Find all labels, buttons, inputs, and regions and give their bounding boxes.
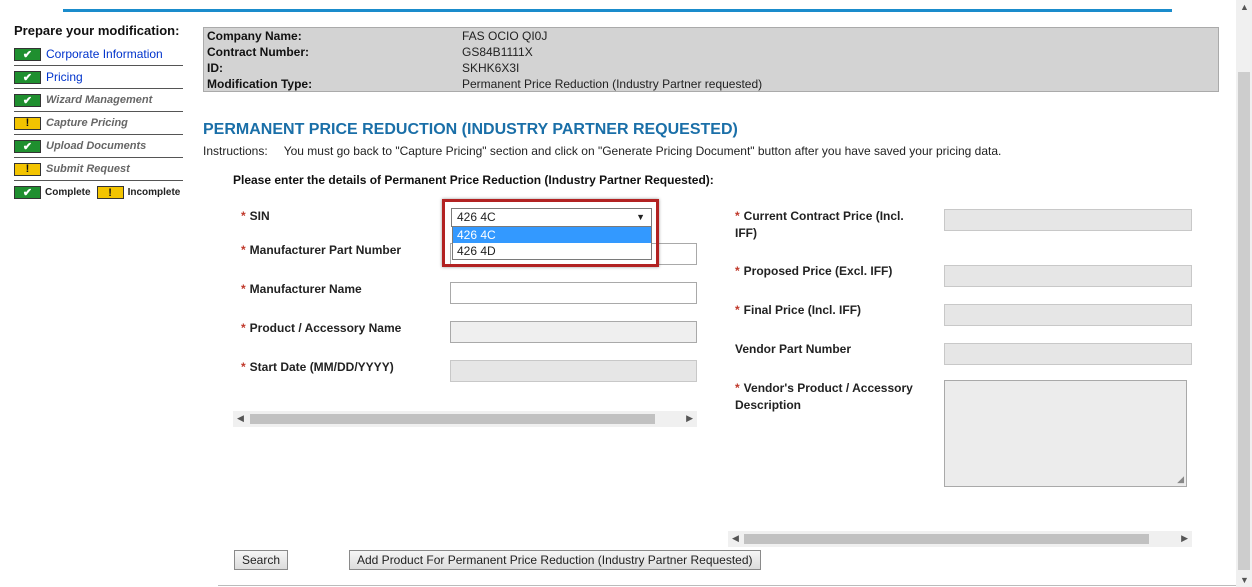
legend-incomplete-label: Incomplete — [127, 187, 181, 198]
start-date-label-text: Start Date (MM/DD/YYYY) — [249, 360, 394, 374]
proposed-price-label: * Proposed Price (Excl. IFF) — [735, 263, 892, 280]
instructions-text: You must go back to "Capture Pricing" se… — [283, 144, 1002, 158]
sidebar-item-label: Capture Pricing — [46, 117, 128, 129]
company-name-label: Company Name: — [207, 29, 302, 43]
vendor-desc-label-text: Vendor's Product / Accessory Description — [735, 381, 913, 412]
scroll-right-arrow-icon[interactable]: ▶ — [1181, 533, 1188, 544]
final-price-label: * Final Price (Incl. IFF) — [735, 302, 861, 319]
form-subheading: Please enter the details of Permanent Pr… — [233, 173, 714, 187]
manufacturer-name-input[interactable] — [450, 282, 697, 304]
sidebar-title: Prepare your modification: — [14, 23, 180, 38]
id-value: SKHK6X3I — [462, 61, 520, 75]
search-button[interactable]: Search — [234, 550, 289, 570]
checkmark-icon: ✔ — [14, 139, 41, 153]
legend-complete-label: Complete — [45, 187, 91, 198]
sidebar-item-submit-request: ! Submit Request — [14, 158, 183, 181]
required-marker: * — [241, 243, 246, 257]
required-marker: * — [241, 209, 246, 223]
resize-grip-icon[interactable]: ◢ — [1177, 474, 1184, 485]
company-name-value: FAS OCIO QI0J — [462, 29, 548, 43]
vendor-pn-label-text: Vendor Part Number — [735, 342, 852, 356]
sidebar-item-label[interactable]: Pricing — [46, 70, 83, 84]
required-marker: * — [241, 360, 246, 374]
checkmark-icon: ✔ — [14, 186, 41, 199]
page-title: PERMANENT PRICE REDUCTION (INDUSTRY PART… — [203, 121, 738, 138]
current-price-label-text: Current Contract Price (Incl. IFF) — [735, 209, 904, 240]
status-legend: ✔ Complete ! Incomplete — [14, 186, 180, 199]
scroll-down-arrow-icon[interactable]: ▼ — [1240, 575, 1249, 585]
checkmark-icon: ✔ — [14, 47, 41, 61]
start-date-input[interactable] — [450, 360, 697, 382]
current-contract-price-label: * Current Contract Price (Incl. IFF) — [735, 208, 925, 242]
sidebar-item-capture-pricing: ! Capture Pricing — [14, 112, 183, 135]
scroll-right-arrow-icon[interactable]: ▶ — [686, 413, 693, 424]
contract-info-panel: Company Name: FAS OCIO QI0J Contract Num… — [203, 27, 1219, 92]
scroll-left-arrow-icon[interactable]: ◀ — [732, 533, 739, 544]
add-product-button[interactable]: Add Product For Permanent Price Reductio… — [349, 550, 761, 570]
sin-dropdown-list: 426 4C 426 4D — [452, 226, 652, 260]
product-name-label-text: Product / Accessory Name — [249, 321, 402, 335]
vendor-description-label: * Vendor's Product / Accessory Descriptio… — [735, 380, 925, 414]
modification-type-label: Modification Type: — [207, 77, 313, 91]
sin-select-value: 426 4C — [457, 210, 496, 224]
scroll-left-arrow-icon[interactable]: ◀ — [237, 413, 244, 424]
manufacturer-name-label: * Manufacturer Name — [241, 281, 362, 298]
modification-type-value: Permanent Price Reduction (Industry Part… — [462, 77, 763, 91]
required-marker: * — [735, 381, 740, 395]
vendor-part-number-input[interactable] — [944, 343, 1192, 365]
scrollbar-thumb[interactable] — [250, 414, 655, 424]
sin-select[interactable]: 426 4C ▼ — [451, 208, 652, 227]
sin-label: * SIN — [241, 208, 270, 225]
sin-option[interactable]: 426 4D — [453, 243, 651, 259]
sin-option[interactable]: 426 4C — [453, 227, 651, 243]
scroll-up-arrow-icon[interactable]: ▲ — [1240, 2, 1249, 12]
sidebar-item-upload-documents: ✔ Upload Documents — [14, 135, 183, 158]
final-price-label-text: Final Price (Incl. IFF) — [743, 303, 862, 317]
page-vertical-scrollbar[interactable]: ▲ ▼ — [1236, 0, 1252, 587]
final-price-input[interactable] — [944, 304, 1192, 326]
sin-label-text: SIN — [249, 209, 270, 223]
id-label: ID: — [207, 61, 223, 75]
vendor-description-textarea[interactable]: ◢ — [944, 380, 1187, 487]
manufacturer-part-number-label: * Manufacturer Part Number — [241, 242, 401, 259]
top-accent-line — [63, 9, 1172, 12]
warning-icon: ! — [14, 116, 41, 130]
scrollbar-thumb[interactable] — [1238, 72, 1250, 570]
sidebar-item-label: Wizard Management — [46, 94, 153, 106]
product-accessory-name-label: * Product / Accessory Name — [241, 320, 401, 337]
proposed-price-label-text: Proposed Price (Excl. IFF) — [743, 264, 893, 278]
required-marker: * — [241, 321, 246, 335]
checkmark-icon: ✔ — [14, 93, 41, 107]
required-marker: * — [735, 264, 740, 278]
bottom-divider — [218, 585, 1236, 586]
warning-icon: ! — [14, 162, 41, 176]
scrollbar-thumb[interactable] — [744, 534, 1149, 544]
contract-number-label: Contract Number: — [207, 45, 310, 59]
instructions: Instructions: You must go back to "Captur… — [203, 144, 1001, 158]
right-horizontal-scrollbar[interactable]: ◀ ▶ — [728, 531, 1192, 547]
required-marker: * — [735, 303, 740, 317]
required-marker: * — [241, 282, 246, 296]
sidebar-item-label: Upload Documents — [46, 140, 147, 152]
sidebar-item-wizard-management: ✔ Wizard Management — [14, 89, 183, 112]
contract-number-value: GS84B1111X — [462, 45, 533, 59]
left-horizontal-scrollbar[interactable]: ◀ ▶ — [233, 411, 697, 427]
sidebar-item-label: Submit Request — [46, 163, 130, 175]
dropdown-arrow-icon[interactable]: ▼ — [636, 209, 645, 226]
current-contract-price-input[interactable] — [944, 209, 1192, 231]
mfr-name-label-text: Manufacturer Name — [249, 282, 362, 296]
proposed-price-input[interactable] — [944, 265, 1192, 287]
sidebar-item-corporate-information[interactable]: ✔ Corporate Information — [14, 43, 183, 66]
vendor-part-number-label: Vendor Part Number — [735, 341, 851, 358]
instructions-label: Instructions: — [203, 144, 268, 158]
product-accessory-name-input[interactable] — [450, 321, 697, 343]
required-marker: * — [735, 209, 740, 223]
checkmark-icon: ✔ — [14, 70, 41, 84]
sidebar-item-label[interactable]: Corporate Information — [46, 47, 163, 61]
warning-icon: ! — [96, 186, 124, 199]
mpn-label-text: Manufacturer Part Number — [249, 243, 402, 257]
start-date-label: * Start Date (MM/DD/YYYY) — [241, 359, 394, 376]
sidebar-item-pricing[interactable]: ✔ Pricing — [14, 66, 183, 89]
